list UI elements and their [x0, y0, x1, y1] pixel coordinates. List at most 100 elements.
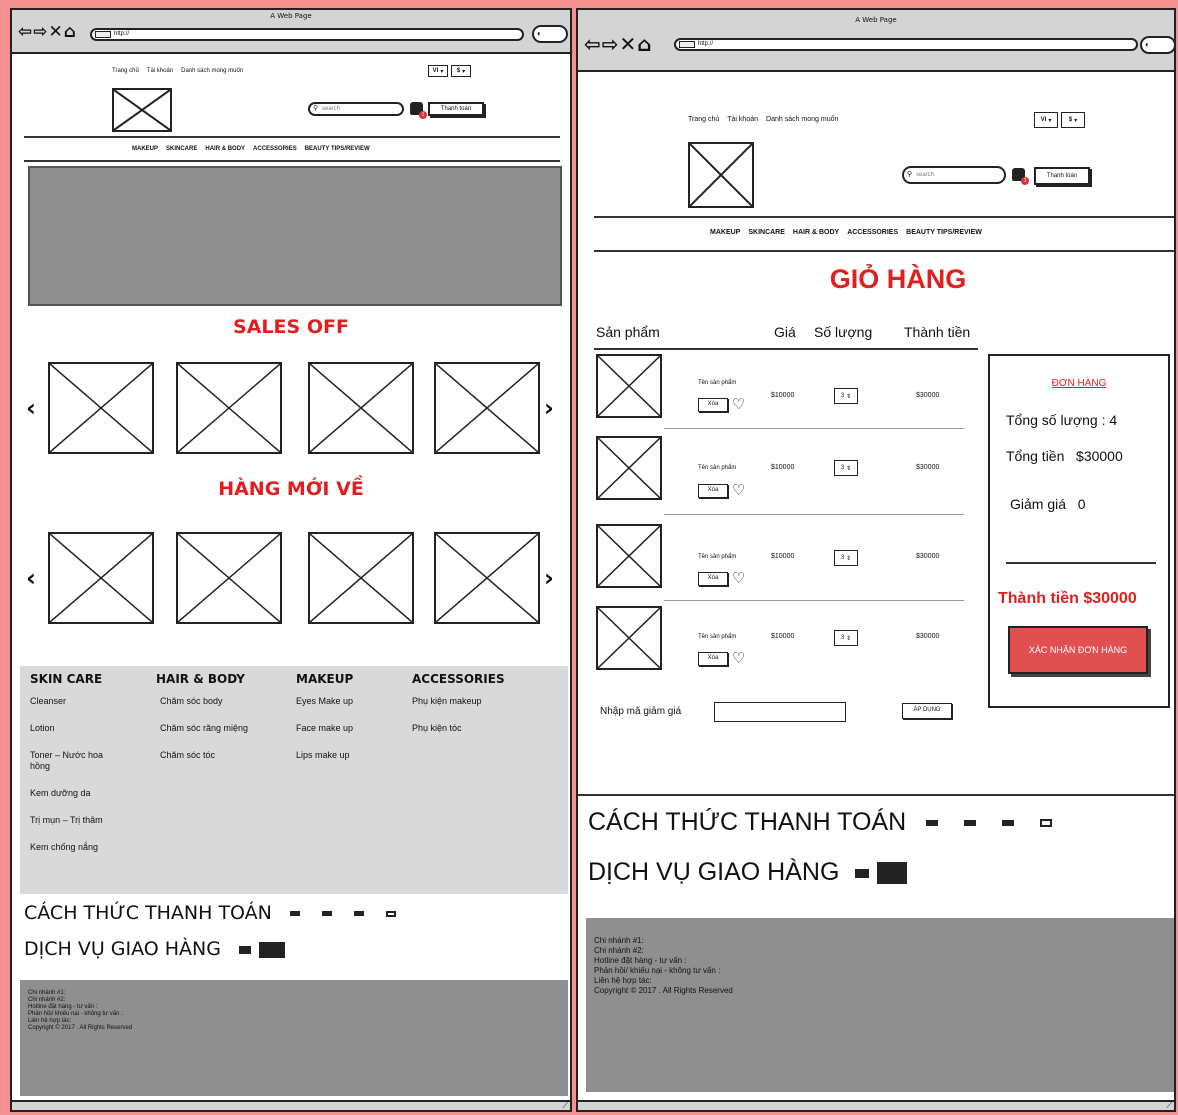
new-product-image[interactable] — [176, 532, 282, 624]
footer-link[interactable]: Trị mụn – Trị thâm — [30, 815, 110, 826]
footer-link[interactable]: Toner – Nước hoa hồng — [30, 750, 110, 772]
search-input[interactable]: ⚲ search — [902, 166, 1006, 184]
checkout-button[interactable]: Thanh toán — [1034, 167, 1090, 185]
nav-skincare[interactable]: SKINCARE — [748, 229, 785, 236]
footer-link[interactable]: Face make up — [296, 723, 406, 734]
footer-link[interactable]: Chăm sóc body — [160, 696, 266, 707]
delete-button[interactable]: Xóa — [698, 572, 728, 586]
browser-nav-buttons[interactable]: ⇦⇨✕⌂ — [584, 32, 653, 56]
cart-item-image[interactable] — [596, 524, 662, 588]
nav-accessories[interactable]: ACCESSORIES — [253, 146, 297, 152]
language-select[interactable]: VI ▾ — [428, 65, 448, 77]
link-home[interactable]: Trang chủ — [112, 68, 139, 74]
quantity-stepper[interactable]: 3 ⇕ — [834, 630, 858, 646]
nav-accessories[interactable]: ACCESSORIES — [847, 229, 898, 236]
divider — [24, 136, 560, 138]
sale-product-image[interactable] — [308, 362, 414, 454]
footer-info-line: Chi nhánh #1: — [594, 936, 644, 945]
url-bar[interactable]: http:// — [90, 28, 524, 41]
chevron-right-icon[interactable]: › — [544, 394, 554, 422]
resize-handle-icon[interactable]: ⟋ — [1166, 1102, 1172, 1110]
quantity-stepper[interactable]: 3 ⇕ — [834, 550, 858, 566]
heart-icon[interactable]: ♡ — [732, 571, 745, 586]
nav-skincare[interactable]: SKINCARE — [166, 146, 197, 152]
footer-link[interactable]: Chăm sóc tóc — [160, 750, 266, 761]
cart-item-image[interactable] — [596, 354, 662, 418]
delete-button[interactable]: Xóa — [698, 652, 728, 666]
truck-icon — [855, 868, 870, 878]
logo-placeholder[interactable] — [688, 142, 754, 208]
link-wishlist[interactable]: Danh sách mong muốn — [181, 68, 243, 74]
footer-info-line: Chi nhánh #2: — [28, 997, 66, 1003]
shipping-services: DỊCH VỤ GIAO HÀNG — [588, 858, 908, 887]
url-bar[interactable]: http:// — [674, 38, 1138, 51]
language-select[interactable]: VI ▾ — [1034, 112, 1058, 128]
heart-icon[interactable]: ♡ — [732, 483, 745, 498]
footer-link[interactable]: Kem dưỡng da — [30, 788, 130, 799]
sale-product-image[interactable] — [48, 362, 154, 454]
footer-link[interactable]: Chăm sóc răng miệng — [160, 723, 256, 734]
nav-hair-body[interactable]: HAIR & BODY — [793, 229, 839, 236]
quantity-stepper[interactable]: 3 ⇕ — [834, 388, 858, 404]
browser-nav-buttons[interactable]: ⇦⇨✕⌂ — [18, 22, 77, 42]
search-input[interactable]: ⚲ search — [308, 102, 404, 116]
delete-button[interactable]: Xóa — [698, 398, 728, 412]
cart-count-badge: 1 — [1021, 177, 1029, 185]
nav-makeup[interactable]: MAKEUP — [710, 229, 740, 236]
link-home[interactable]: Trang chủ — [688, 116, 719, 123]
confirm-order-button[interactable]: XÁC NHẬN ĐƠN HÀNG — [1008, 626, 1148, 674]
delete-button[interactable]: Xóa — [698, 484, 728, 498]
chevron-left-icon[interactable]: ‹ — [26, 394, 36, 422]
footer-link[interactable]: Eyes Make up — [296, 696, 406, 707]
hero-banner[interactable] — [28, 166, 562, 306]
footer-link[interactable]: Lotion — [30, 723, 130, 734]
new-product-image[interactable] — [308, 532, 414, 624]
apply-coupon-button[interactable]: ÁP DỤNG — [902, 703, 952, 719]
footer-link[interactable]: Phụ kiện makeup — [412, 696, 552, 707]
cart-item-image[interactable] — [596, 436, 662, 500]
footer-link[interactable]: Kem chống nắng — [30, 842, 130, 853]
link-account[interactable]: Tài khoản — [727, 116, 758, 123]
coupon-input[interactable] — [714, 702, 846, 722]
top-selects: VI ▾ $ ▾ — [428, 65, 471, 77]
browser-titlebar: A Web Page ⇦⇨✕⌂ http:// ◐ — [12, 10, 570, 54]
col-header-price: Giá — [774, 324, 796, 340]
footer-col-title: ACCESSORIES — [412, 672, 505, 686]
new-product-image[interactable] — [48, 532, 154, 624]
cart-item-image[interactable] — [596, 606, 662, 670]
quantity-stepper[interactable]: 3 ⇕ — [834, 460, 858, 476]
order-total-quantity: Tổng số lượng : 4 — [1006, 412, 1118, 428]
divider — [24, 160, 560, 162]
new-product-image[interactable] — [434, 532, 540, 624]
credit-card-icon — [1002, 820, 1015, 827]
order-total-money: Tổng tiền $30000 — [1006, 448, 1123, 464]
checkout-button[interactable]: Thanh toán — [428, 102, 484, 116]
chevron-left-icon[interactable]: ‹ — [26, 564, 36, 592]
resize-handle-icon[interactable]: ⟋ — [562, 1102, 568, 1110]
cart-item-name: Tên sản phẩm — [698, 465, 737, 471]
footer-link[interactable]: Phụ kiện tóc — [412, 723, 552, 734]
sale-product-image[interactable] — [176, 362, 282, 454]
credit-card-icon — [964, 820, 977, 827]
footer-info-line: Copyright © 2017 . All Rights Reserved — [28, 1025, 133, 1031]
heart-icon[interactable]: ♡ — [732, 397, 745, 412]
nav-hair-body[interactable]: HAIR & BODY — [205, 146, 245, 152]
currency-select[interactable]: $ ▾ — [451, 65, 471, 77]
nav-beauty-tips[interactable]: BEAUTY TIPS/REVIEW — [906, 229, 982, 236]
heart-icon[interactable]: ♡ — [732, 651, 745, 666]
sale-product-image[interactable] — [434, 362, 540, 454]
footer-col-title: HAIR & BODY — [156, 672, 245, 686]
link-account[interactable]: Tài khoản — [147, 68, 173, 74]
go-button[interactable]: ◐ — [1140, 36, 1174, 54]
currency-select[interactable]: $ ▾ — [1061, 112, 1085, 128]
link-wishlist[interactable]: Danh sách mong muốn — [766, 116, 838, 123]
nav-beauty-tips[interactable]: BEAUTY TIPS/REVIEW — [305, 146, 370, 152]
logo-placeholder[interactable] — [112, 88, 172, 132]
footer-link[interactable]: Cleanser — [30, 696, 130, 707]
go-button[interactable]: ◐ — [532, 25, 568, 43]
credit-card-icon — [353, 911, 364, 916]
nav-makeup[interactable]: MAKEUP — [132, 146, 158, 152]
footer-link[interactable]: Lips make up — [296, 750, 406, 761]
chevron-right-icon[interactable]: › — [544, 564, 554, 592]
shipping-logo-icon — [877, 862, 908, 885]
